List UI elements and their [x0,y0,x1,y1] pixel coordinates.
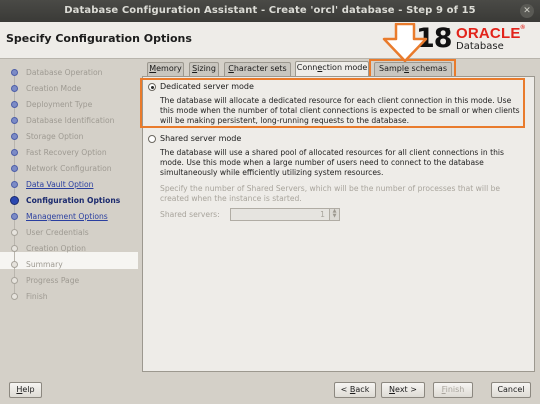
back-button[interactable]: < Back [334,382,376,398]
step-indicator-icon [11,277,18,284]
window-titlebar: Database Configuration Assistant - Creat… [0,0,540,22]
shared-server-radio[interactable] [148,135,156,143]
step-indicator-icon [11,229,18,236]
help-button[interactable]: Help [9,382,42,398]
nav-step-creation-option: Creation Option [26,244,86,253]
step-indicator-icon [11,245,18,252]
shared-servers-label: Shared servers: [160,210,220,219]
page-header: Specify Configuration Options 18 c ORACL… [0,22,540,59]
shared-servers-value: 1 [320,210,325,219]
stepper-arrows-icon[interactable]: ▲ ▼ [329,209,339,220]
nav-step-deployment-type: Deployment Type [26,100,93,109]
step-indicator-icon [11,213,18,220]
page-title: Specify Configuration Options [6,32,192,45]
logo-product: Database [456,41,504,52]
step-indicator-icon [11,101,18,108]
tab-memory[interactable]: Memory [147,62,184,76]
cancel-button[interactable]: Cancel [491,382,531,398]
step-indicator-icon [11,261,18,268]
step-indicator-icon [10,196,19,205]
step-navigator: Database Operation Creation Mode Deploymen… [0,60,139,374]
nav-step-storage-option: Storage Option [26,132,84,141]
nav-step-finish: Finish [26,292,48,301]
shared-server-description: The database will use a shared pool of a… [160,148,504,177]
nav-step-database-identification: Database Identification [26,116,115,125]
dedicated-mode-highlight-box [140,78,525,128]
nav-step-data-vault-option[interactable]: Data Vault Option [26,180,93,192]
close-icon[interactable]: ✕ [520,4,534,18]
step-indicator-icon [11,165,18,172]
shared-servers-hint: Specify the number of Shared Servers, wh… [160,184,501,203]
nav-step-fast-recovery-option: Fast Recovery Option [26,148,107,157]
shared-servers-stepper[interactable]: 1 ▲ ▼ [230,208,340,221]
nav-step-database-operation: Database Operation [26,68,103,77]
annotation-arrow-icon [382,23,428,63]
next-button[interactable]: Next > [381,382,425,398]
nav-step-progress-page: Progress Page [26,276,80,285]
nav-step-network-configuration: Network Configuration [26,164,112,173]
step-indicator-icon [11,133,18,140]
nav-step-creation-mode: Creation Mode [26,84,82,93]
tab-character-sets[interactable]: Character sets [224,62,291,76]
shared-server-label[interactable]: Shared server mode [160,134,241,143]
step-indicator-icon [11,85,18,92]
step-indicator-icon [11,293,18,300]
window-title: Database Configuration Assistant - Creat… [64,5,476,16]
step-indicator-icon [11,117,18,124]
logo-brand: ORACLE® [456,25,526,42]
oracle-logo: 18 c ORACLE® Database [416,23,536,57]
tab-connection-mode[interactable]: Connection mode [295,61,369,76]
nav-step-summary: Summary [26,260,63,269]
nav-step-configuration-options[interactable]: Configuration Options [26,196,120,208]
tab-sizing[interactable]: Sizing [189,62,219,76]
step-indicator-icon [11,181,18,188]
logo-version-suffix: c [445,26,451,36]
step-indicator-icon [11,69,18,76]
step-indicator-icon [11,149,18,156]
nav-step-user-credentials: User Credentials [26,228,89,237]
finish-button[interactable]: Finish [433,382,473,398]
nav-step-management-options[interactable]: Management Options [26,212,108,224]
